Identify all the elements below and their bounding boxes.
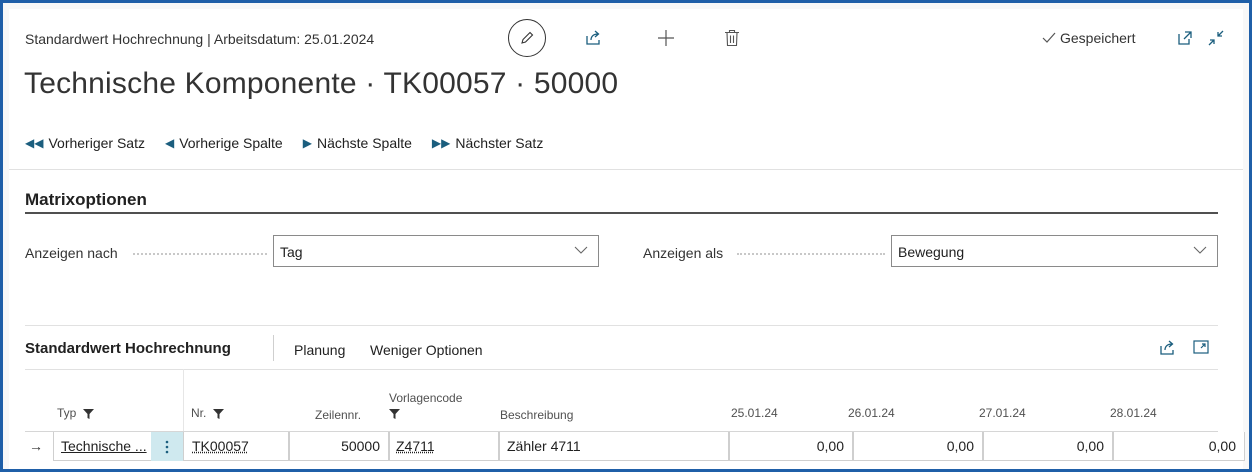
column-header-zeilennr[interactable]: Zeilennr.: [315, 408, 361, 422]
next-column-button[interactable]: ▶ Nächste Spalte: [303, 135, 412, 151]
column-header-nr[interactable]: Nr.: [191, 406, 224, 420]
saved-label: Gespeichert: [1060, 30, 1136, 46]
chevron-down-icon: [574, 246, 588, 254]
previous-record-button[interactable]: ◀◀ Vorheriger Satz: [25, 135, 145, 151]
cell-date-3[interactable]: 0,00: [983, 432, 1113, 461]
column-header-label: Typ: [57, 406, 77, 420]
column-header-date-3[interactable]: 27.01.24: [979, 406, 1026, 420]
column-header-label: Vorlagencode: [389, 391, 463, 405]
fewer-options-button[interactable]: Weniger Optionen: [370, 342, 483, 358]
previous-record-label: Vorheriger Satz: [48, 135, 145, 151]
double-left-icon: ◀◀: [25, 136, 44, 150]
cell-vorlagencode-value[interactable]: Z4711: [396, 438, 435, 454]
next-record-button[interactable]: ▶▶ Nächster Satz: [432, 135, 543, 151]
planning-button[interactable]: Planung: [294, 342, 345, 358]
column-header-label: Nr.: [191, 406, 207, 420]
expand-button[interactable]: [1193, 339, 1209, 358]
next-record-label: Nächster Satz: [455, 135, 544, 151]
subpage-title: Standardwert Hochrechnung: [25, 340, 231, 357]
matrix-options-title: Matrixoptionen: [25, 190, 147, 209]
double-right-icon: ▶▶: [431, 136, 451, 150]
cell-vorlagencode[interactable]: Z4711: [389, 432, 499, 461]
checkmark-icon: [1042, 32, 1056, 43]
page-caption: Standardwert Hochrechnung | Arbeitsdatum…: [25, 31, 375, 47]
show-as-label: Anzeigen als: [643, 245, 724, 261]
cell-typ[interactable]: Technische ...: [53, 432, 151, 461]
chevron-down-icon: [1193, 246, 1207, 254]
filter-icon: [212, 408, 224, 419]
previous-column-button[interactable]: ◀ Vorherige Spalte: [165, 135, 283, 151]
row-arrow-icon: →: [29, 438, 43, 454]
left-icon: ◀: [164, 136, 175, 150]
delete-button[interactable]: [722, 28, 742, 48]
divider: [273, 335, 274, 361]
open-new-window-icon: [1178, 31, 1192, 45]
column-header-date-4[interactable]: 28.01.24: [1110, 406, 1157, 420]
label-dots: [133, 253, 267, 255]
cell-nr-value[interactable]: TK00057: [192, 438, 249, 454]
edit-button[interactable]: [508, 19, 546, 57]
cell-date-2[interactable]: 0,00: [853, 432, 983, 461]
share-button[interactable]: [584, 28, 604, 48]
column-header-date-1[interactable]: 25.01.24: [731, 406, 778, 420]
column-header-vorlagencode[interactable]: Vorlagencode: [389, 391, 462, 422]
label-dots: [737, 253, 885, 255]
column-header-date-2[interactable]: 26.01.24: [848, 406, 895, 420]
action-bar: ◀◀ Vorheriger Satz ◀ Vorherige Spalte ▶ …: [25, 135, 543, 151]
column-header-beschreibung[interactable]: Beschreibung: [500, 408, 573, 422]
divider: [9, 169, 1243, 170]
previous-column-label: Vorherige Spalte: [179, 135, 283, 151]
filter-icon: [82, 408, 94, 419]
show-as-value: Bewegung: [898, 244, 965, 260]
add-icon: [658, 30, 674, 46]
right-icon: ▶: [302, 136, 312, 150]
show-as-select[interactable]: Bewegung: [891, 235, 1218, 267]
grid-top-border: [25, 369, 1218, 370]
filter-icon: [389, 409, 400, 419]
edit-icon: [521, 31, 534, 44]
show-by-label: Anzeigen nach: [25, 245, 118, 261]
window-frame: Standardwert Hochrechnung | Arbeitsdatum…: [3, 3, 1249, 469]
column-separator: [183, 369, 184, 431]
divider: [25, 325, 1218, 326]
cell-nr[interactable]: TK00057: [183, 432, 289, 461]
page-card: Standardwert Hochrechnung | Arbeitsdatum…: [9, 9, 1245, 469]
add-button[interactable]: [656, 28, 676, 48]
share-icon: [1160, 340, 1174, 355]
cell-zeilennr[interactable]: 50000: [289, 432, 389, 461]
section-underline: [25, 212, 1218, 214]
table-row[interactable]: → Technische ... TK00057 50000 Z4711 Zäh…: [25, 431, 1245, 461]
collapse-button[interactable]: [1206, 28, 1226, 48]
column-header-typ[interactable]: Typ: [57, 406, 94, 420]
cell-date-4[interactable]: 0,00: [1113, 432, 1245, 461]
cell-beschreibung[interactable]: Zähler 4711: [499, 432, 729, 461]
open-new-window-button[interactable]: [1175, 28, 1195, 48]
saved-status: Gespeichert: [1042, 30, 1135, 46]
collapse-icon: [1208, 30, 1224, 46]
cell-typ-value[interactable]: Technische ...: [61, 438, 147, 454]
next-column-label: Nächste Spalte: [316, 135, 412, 151]
more-vertical-icon: [165, 440, 169, 453]
show-by-select[interactable]: Tag: [273, 235, 599, 267]
delete-icon: [725, 29, 739, 47]
row-actions-button[interactable]: [151, 432, 183, 461]
subpage-share-button[interactable]: [1159, 339, 1177, 360]
expand-icon: [1193, 340, 1209, 354]
share-icon: [586, 30, 600, 45]
cell-date-1[interactable]: 0,00: [729, 432, 853, 461]
page-title: Technische Komponente · TK00057 · 50000: [24, 67, 619, 100]
show-by-value: Tag: [280, 244, 303, 260]
